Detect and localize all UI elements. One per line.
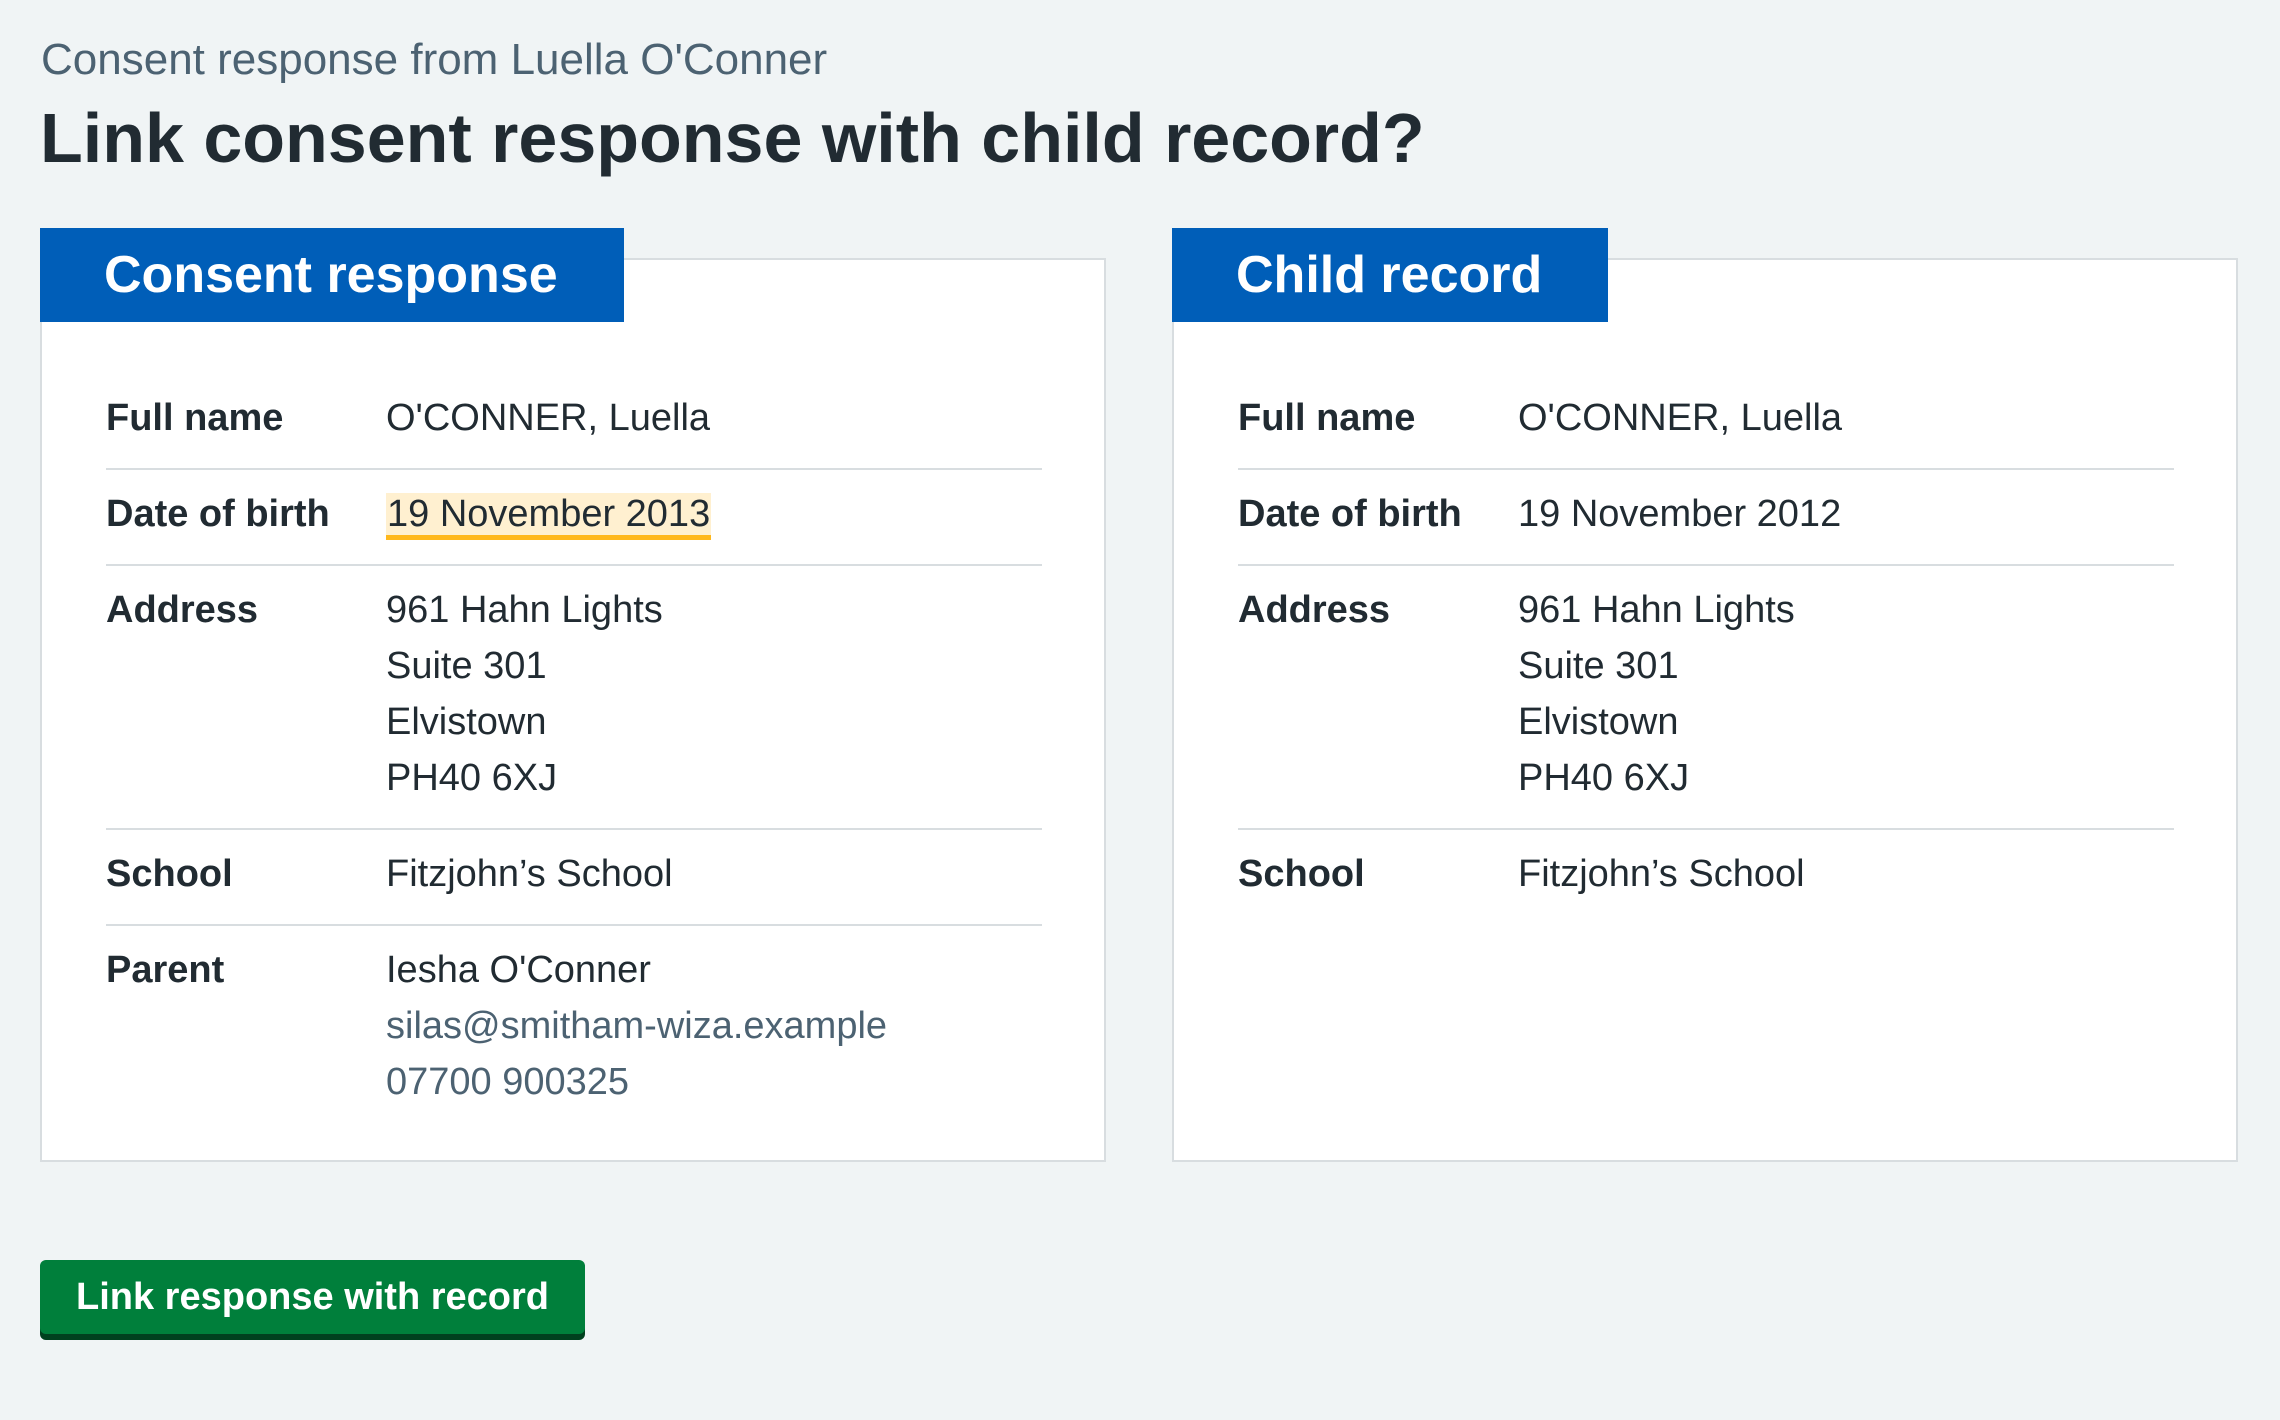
address-line: PH40 6XJ <box>386 757 558 799</box>
consent-response-summary: Full name O'CONNER, Luella Date of birth… <box>106 374 1042 1132</box>
child-record-heading: Child record <box>1172 228 1609 322</box>
summary-row-date-of-birth: Date of birth 19 November 2013 <box>106 470 1042 566</box>
consent-response-heading: Consent response <box>40 228 624 322</box>
summary-row-date-of-birth: Date of birth 19 November 2012 <box>1238 470 2174 566</box>
address-value: 961 Hahn Lights Suite 301 Elvistown PH40… <box>1518 582 1795 806</box>
summary-row-address: Address 961 Hahn Lights Suite 301 Elvist… <box>1238 566 2174 830</box>
school-label: School <box>1238 853 1365 895</box>
link-response-with-record-button[interactable]: Link response with record <box>40 1260 585 1334</box>
address-line: Suite 301 <box>1518 645 1679 687</box>
summary-row-parent: Parent Iesha O'Conner silas@smitham-wiza… <box>106 926 1042 1132</box>
school-label: School <box>106 853 233 895</box>
parent-label: Parent <box>106 949 225 991</box>
summary-row-school: School Fitzjohn’s School <box>106 830 1042 926</box>
parent-name: Iesha O'Conner <box>386 949 651 991</box>
parent-email: silas@smitham-wiza.example <box>386 1005 888 1047</box>
school-value: Fitzjohn’s School <box>386 853 673 895</box>
address-value: 961 Hahn Lights Suite 301 Elvistown PH40… <box>386 582 663 806</box>
consent-response-card: Consent response Full name O'CONNER, Lue… <box>40 228 1106 1162</box>
summary-row-full-name: Full name O'CONNER, Luella <box>106 374 1042 470</box>
child-record-summary: Full name O'CONNER, Luella Date of birth… <box>1238 374 2174 924</box>
parent-phone: 07700 900325 <box>386 1061 630 1103</box>
summary-row-full-name: Full name O'CONNER, Luella <box>1238 374 2174 470</box>
address-line: PH40 6XJ <box>1518 757 1690 799</box>
address-label: Address <box>106 589 259 631</box>
address-line: Elvistown <box>1518 701 1679 743</box>
summary-row-school: School Fitzjohn’s School <box>1238 830 2174 924</box>
address-line: 961 Hahn Lights <box>386 589 663 631</box>
date-of-birth-label: Date of birth <box>106 493 330 535</box>
full-name-value: O'CONNER, Luella <box>386 397 711 439</box>
page-title: Link consent response with child record? <box>40 99 1425 177</box>
date-of-birth-mismatch-highlight: 19 November 2013 <box>386 493 712 540</box>
address-label: Address <box>1238 589 1391 631</box>
address-line: Suite 301 <box>386 645 547 687</box>
child-record-card: Child record Full name O'CONNER, Luella … <box>1172 228 2238 1162</box>
summary-row-address: Address 961 Hahn Lights Suite 301 Elvist… <box>106 566 1042 830</box>
parent-value: Iesha O'Conner silas@smitham-wiza.exampl… <box>386 942 887 1110</box>
full-name-label: Full name <box>106 397 284 439</box>
page-caption: Consent response from Luella O'Conner <box>41 35 828 84</box>
school-value: Fitzjohn’s School <box>1518 853 1805 895</box>
date-of-birth-value: 19 November 2012 <box>1518 493 1842 535</box>
date-of-birth-label: Date of birth <box>1238 493 1462 535</box>
address-line: Elvistown <box>386 701 547 743</box>
date-of-birth-value-wrapper: 19 November 2013 <box>386 486 712 542</box>
full-name-value: O'CONNER, Luella <box>1518 397 1843 439</box>
full-name-label: Full name <box>1238 397 1416 439</box>
address-line: 961 Hahn Lights <box>1518 589 1795 631</box>
